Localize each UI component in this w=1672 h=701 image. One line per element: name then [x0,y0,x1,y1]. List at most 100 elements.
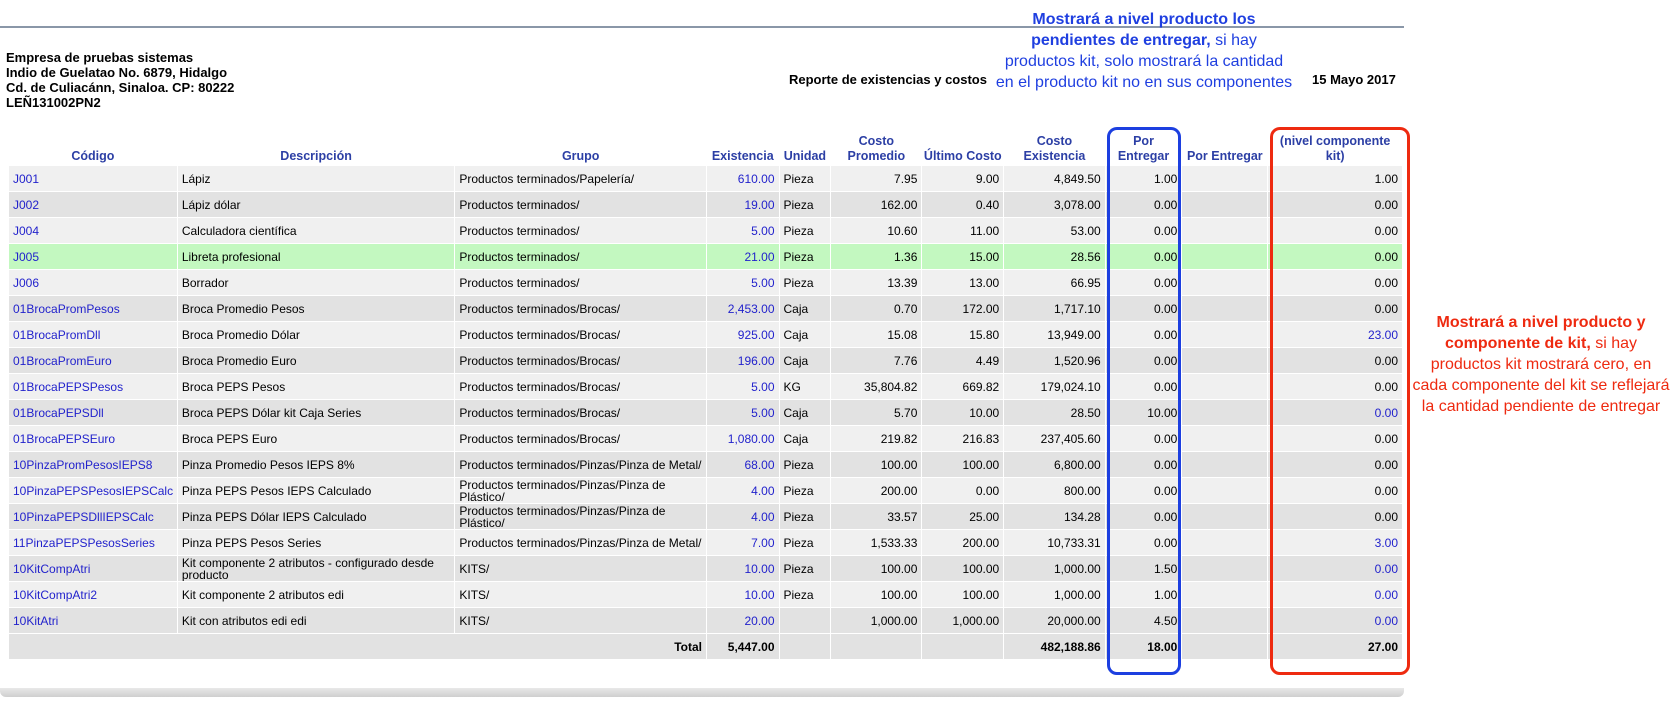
cell-unidad: Pieza [778,165,832,192]
cell-ultimo-costo: 0.40 [921,191,1005,218]
total-costo-existencia: 482,188.86 [1003,633,1106,660]
cell-descripcion: Broca PEPS Pesos [176,373,456,400]
cell-unidad: Caja [778,347,832,374]
cell-codigo[interactable]: 10KitCompAtri2 [8,581,178,608]
cell-codigo[interactable]: J004 [8,217,178,244]
cell-costo-promedio: 1,533.33 [830,529,923,556]
cell-unidad: Pieza [778,191,832,218]
col-header-costo-existencia[interactable]: Costo Existencia [1004,130,1105,166]
total-ultimo-costo [921,633,1005,660]
cell-codigo[interactable]: J001 [8,165,178,192]
cell-descripcion: Lápiz [176,165,456,192]
table-row: 01BrocaPEPSDll Broca PEPS Dólar kit Caja … [8,399,1403,426]
cell-costo-promedio: 7.76 [830,347,923,374]
cell-existencia: 925.00 [706,321,780,348]
cell-existencia: 10.00 [706,581,780,608]
cell-descripcion: Pinza PEPS Pesos Series [176,529,456,556]
table-row: J001 Lápiz Productos terminados/Papelería/… [8,165,1403,192]
cell-ultimo-costo: 1,000.00 [921,607,1005,634]
cell-codigo[interactable]: 10KitCompAtri [8,555,178,582]
cell-costo-promedio: 100.00 [830,581,923,608]
red-annotation: Mostrará a nivel producto y componente d… [1412,312,1670,417]
table-row: 10PinzaPromPesosIEPS8 Pinza Promedio Peso… [8,451,1403,478]
cell-por-entregar-2 [1181,269,1269,296]
cell-unidad: Pieza [778,269,832,296]
table-row: 10PinzaPEPSDllIEPSCalc Pinza PEPS Dólar I… [8,503,1403,530]
cell-grupo: Productos terminados/Brocas/ [454,295,708,322]
cell-costo-promedio: 1,000.00 [830,607,923,634]
table-row: 01BrocaPEPSPesos Broca PEPS Pesos Producto… [8,373,1403,400]
cell-descripcion: Pinza Promedio Pesos IEPS 8% [176,451,456,478]
col-header-grupo[interactable]: Grupo [455,130,707,166]
cell-codigo[interactable]: 01BrocaPromEuro [8,347,178,374]
cell-grupo: Productos terminados/Papelería/ [454,165,708,192]
cell-codigo[interactable]: 11PinzaPEPSPesosSeries [8,529,178,556]
cell-costo-promedio: 13.39 [830,269,923,296]
col-header-descripcion[interactable]: Descripción [177,130,455,166]
col-header-ultimo-costo[interactable]: Último Costo [922,130,1004,166]
cell-unidad: Pieza [778,555,832,582]
cell-codigo[interactable]: 10PinzaPromPesosIEPS8 [8,451,178,478]
cell-grupo: Productos terminados/ [454,243,708,270]
cell-existencia: 20.00 [706,607,780,634]
cell-codigo[interactable]: 10PinzaPEPSDllIEPSCalc [8,503,178,530]
table-row: 10KitCompAtri Kit componente 2 atributos … [8,555,1403,582]
cell-costo-existencia: 28.50 [1003,399,1106,426]
cell-descripcion: Borrador [176,269,456,296]
cell-codigo[interactable]: J005 [8,243,178,270]
col-header-codigo[interactable]: Código [9,130,178,166]
company-address-line2: Cd. de Culiacánn, Sinaloa. CP: 80222 [6,80,235,95]
cell-existencia: 19.00 [706,191,780,218]
cell-unidad: Caja [778,425,832,452]
cell-codigo[interactable]: J002 [8,191,178,218]
cell-por-entregar-2 [1181,425,1269,452]
cell-por-entregar-2 [1181,555,1269,582]
cell-costo-existencia: 1,000.00 [1003,581,1106,608]
table-row: J004 Calculadora científica Productos term… [8,217,1403,244]
cell-codigo[interactable]: 01BrocaPEPSPesos [8,373,178,400]
cell-codigo[interactable]: 01BrocaPEPSEuro [8,425,178,452]
cell-descripcion: Pinza PEPS Dólar IEPS Calculado [176,503,456,530]
blue-annotation: Mostrará a nivel producto los pendientes… [994,9,1294,93]
cell-existencia: 610.00 [706,165,780,192]
cell-unidad: Caja [778,295,832,322]
cell-existencia: 4.00 [706,477,780,504]
col-header-existencia[interactable]: Existencia [707,130,779,166]
cell-descripcion: Broca PEPS Dólar kit Caja Series [176,399,456,426]
cell-ultimo-costo: 172.00 [921,295,1005,322]
cell-ultimo-costo: 11.00 [921,217,1005,244]
cell-codigo[interactable]: 01BrocaPEPSDll [8,399,178,426]
inventory-table: Código Descripción Grupo Existencia Unid… [7,130,1403,660]
report-title: Reporte de existencias y costos [789,72,987,87]
cell-existencia: 5.00 [706,373,780,400]
cell-codigo[interactable]: 01BrocaPromPesos [8,295,178,322]
cell-por-entregar-2 [1181,503,1269,530]
cell-descripcion: Kit con atributos edi edi [176,607,456,634]
cell-ultimo-costo: 100.00 [921,451,1005,478]
cell-grupo: KITS/ [454,555,708,582]
cell-unidad: Pieza [778,451,832,478]
cell-codigo[interactable]: 10KitAtri [8,607,178,634]
cell-codigo[interactable]: 01BrocaPromDll [8,321,178,348]
cell-grupo: Productos terminados/Pinzas/Pinza de Plá… [454,503,708,530]
cell-ultimo-costo: 25.00 [921,503,1005,530]
company-address-line1: Indio de Guelatao No. 6879, Hidalgo [6,65,228,80]
cell-grupo: KITS/ [454,581,708,608]
cell-costo-existencia: 1,717.10 [1003,295,1106,322]
company-rfc: LEÑ131002PN2 [6,95,101,110]
cell-ultimo-costo: 15.80 [921,321,1005,348]
cell-costo-promedio: 0.70 [830,295,923,322]
col-header-costo-promedio[interactable]: Costo Promedio [831,130,922,166]
cell-codigo[interactable]: 10PinzaPEPSPesosIEPSCalc [8,477,178,504]
cell-por-entregar-2 [1181,217,1269,244]
cell-ultimo-costo: 200.00 [921,529,1005,556]
cell-codigo[interactable]: J006 [8,269,178,296]
cell-por-entregar-2 [1181,529,1269,556]
col-header-unidad[interactable]: Unidad [779,130,831,166]
cell-por-entregar-2 [1181,373,1269,400]
col-header-por-entregar-2[interactable]: Por Entregar [1182,130,1268,166]
cell-unidad: Caja [778,399,832,426]
cell-costo-existencia: 6,800.00 [1003,451,1106,478]
cell-existencia: 196.00 [706,347,780,374]
cell-unidad: Pieza [778,529,832,556]
